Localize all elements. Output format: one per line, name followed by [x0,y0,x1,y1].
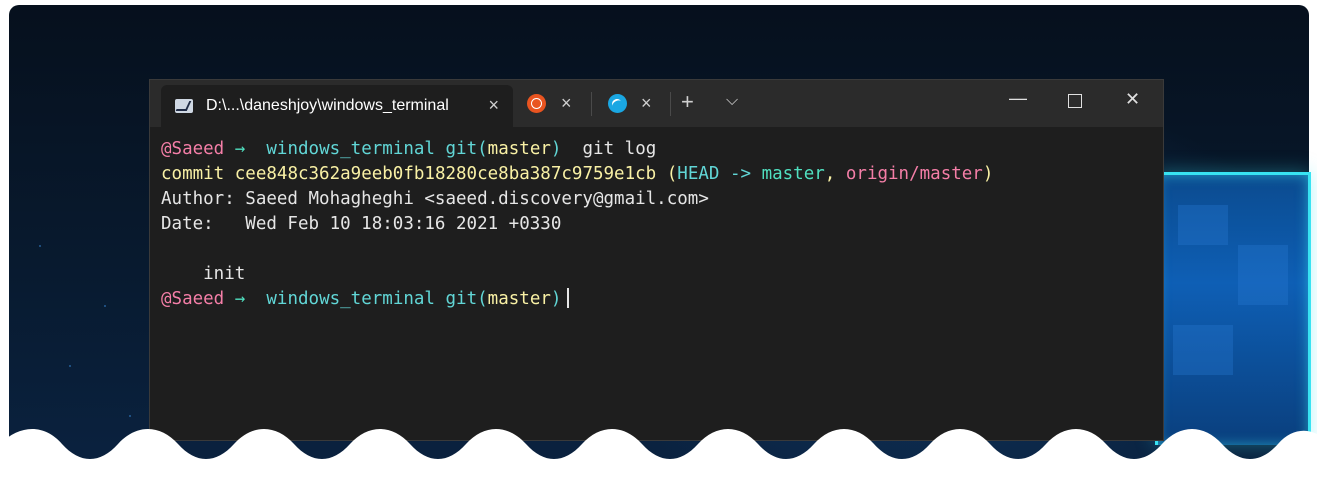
background-sparkle [39,245,41,247]
chevron-down-icon[interactable]: ⌵ [726,93,738,109]
author-line: Author: Saeed Mohagheghi <saeed.discover… [161,189,709,209]
background-sparkle [104,305,106,307]
tab-powershell[interactable]: D:\...\daneshjoy\windows_terminal × [161,85,513,127]
prompt-git-close: ) [550,139,562,159]
prompt-git-close: ) [550,289,562,309]
close-tab-icon[interactable]: × [488,96,499,114]
commit-line: commit cee848c362a9eeb0fb18280ce8ba387c9… [161,162,1163,187]
command-text: git log [582,139,657,159]
tab-title: D:\...\daneshjoy\windows_terminal [206,97,449,114]
azure-cloud-shell-icon[interactable] [608,94,627,113]
origin-ref: origin/master [845,164,983,184]
date-line: Date: Wed Feb 10 18:03:16 2021 +0330 [161,214,562,234]
prompt-user: @Saeed [161,289,225,309]
ref-separator: , [824,164,846,184]
commit-hash: cee848c362a9eeb0fb18280ce8ba387c9759e1cb [234,164,657,184]
prompt-directory: windows_terminal [266,289,435,309]
commit-label: commit [161,164,235,184]
prompt-arrow: → [234,289,246,309]
background-sparkle [69,365,71,367]
ref-close: ) [982,164,994,184]
head-ref: HEAD -> [677,164,762,184]
prompt-arrow: → [234,139,246,159]
wave-border [0,429,1317,487]
tab-divider [591,92,592,116]
powershell-icon [175,99,193,113]
ubuntu-icon[interactable] [527,94,546,113]
logo-pane [1238,245,1288,305]
minimize-button[interactable]: — [1009,89,1027,107]
background-sparkle [129,415,131,417]
tab-divider [670,92,671,116]
prompt-branch: master [487,289,551,309]
maximize-button[interactable] [1068,94,1082,108]
close-tab-icon[interactable]: × [561,94,572,112]
prompt-line: @Saeed → windows_terminal git(master) gi… [161,137,1163,162]
close-tab-icon[interactable]: × [641,94,652,112]
prompt-line: @Saeed → windows_terminal git(master) [161,287,1163,312]
logo-pane [1173,325,1233,375]
prompt-git: git( [445,139,488,159]
logo-pane [1178,205,1228,245]
tab-bar: D:\...\daneshjoy\windows_terminal × × × … [150,80,1163,127]
master-ref: master [761,164,825,184]
windows-logo-graphic [1155,172,1311,445]
prompt-branch: master [487,139,551,159]
commit-message: init [161,264,246,284]
new-tab-button[interactable]: + [681,91,694,113]
text-cursor [567,288,569,308]
prompt-user: @Saeed [161,139,225,159]
close-window-button[interactable]: ✕ [1125,90,1140,108]
prompt-directory: windows_terminal [266,139,435,159]
terminal-window: D:\...\daneshjoy\windows_terminal × × × … [150,80,1163,440]
terminal-output[interactable]: @Saeed → windows_terminal git(master) gi… [150,127,1163,312]
ref-open: ( [656,164,678,184]
prompt-git: git( [445,289,488,309]
